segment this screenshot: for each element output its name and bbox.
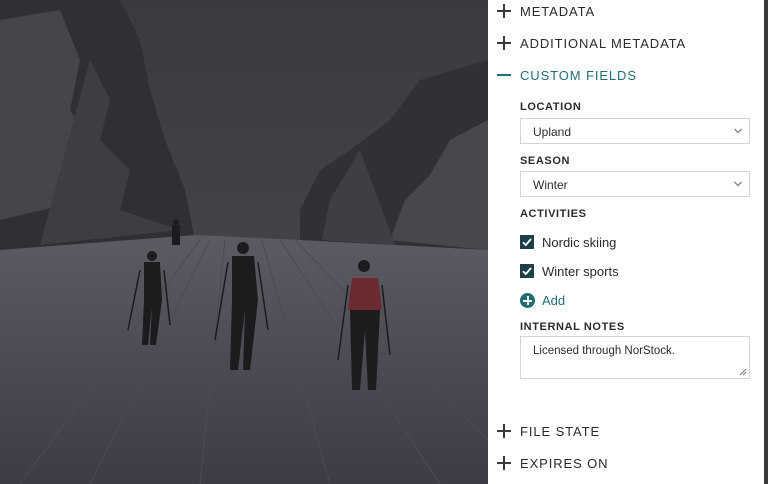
scrollbar[interactable]: [764, 0, 768, 484]
add-activity-label: Add: [542, 293, 566, 308]
section-file-state[interactable]: FILE STATE: [488, 422, 764, 446]
section-custom-fields[interactable]: CUSTOM FIELDS: [488, 66, 764, 90]
internal-notes-field[interactable]: Licensed through NorStock.: [520, 336, 750, 379]
section-additional-metadata-label: ADDITIONAL METADATA: [520, 36, 687, 51]
plus-icon: [497, 424, 511, 438]
plus-icon: [497, 4, 511, 18]
resize-handle-icon[interactable]: [738, 367, 747, 376]
section-file-state-label: FILE STATE: [520, 424, 601, 439]
checkbox[interactable]: [520, 235, 534, 249]
season-value: Winter: [533, 178, 568, 192]
activity-label: Winter sports: [542, 264, 619, 279]
checkbox[interactable]: [520, 264, 534, 278]
photo-preview: [0, 0, 488, 484]
section-metadata-label: METADATA: [520, 4, 596, 19]
chevron-down-icon: [734, 128, 742, 134]
section-expires-on-label: EXPIRES ON: [520, 456, 609, 471]
internal-notes-label: INTERNAL NOTES: [520, 321, 625, 333]
location-label: LOCATION: [520, 101, 582, 113]
activity-label: Nordic skiing: [542, 235, 617, 250]
chevron-down-icon: [734, 181, 742, 187]
checkmark-icon: [522, 267, 532, 276]
season-label: SEASON: [520, 155, 571, 167]
section-expires-on[interactable]: EXPIRES ON: [488, 454, 764, 478]
section-custom-fields-label: CUSTOM FIELDS: [520, 68, 637, 83]
activities-label: ACTIVITIES: [520, 208, 587, 220]
plus-icon: [497, 36, 511, 50]
checkmark-icon: [522, 238, 532, 247]
season-select[interactable]: Winter: [520, 171, 750, 197]
location-value: Upland: [533, 125, 572, 139]
plus-icon: [497, 456, 511, 470]
location-select[interactable]: Upland: [520, 118, 750, 144]
internal-notes-value: Licensed through NorStock.: [533, 345, 675, 357]
metadata-panel: METADATA ADDITIONAL METADATA CUSTOM FIEL…: [488, 0, 764, 484]
section-metadata[interactable]: METADATA: [488, 2, 764, 26]
section-additional-metadata[interactable]: ADDITIONAL METADATA: [488, 34, 764, 58]
minus-icon: [497, 68, 511, 82]
plus-circle-icon: [520, 293, 535, 308]
